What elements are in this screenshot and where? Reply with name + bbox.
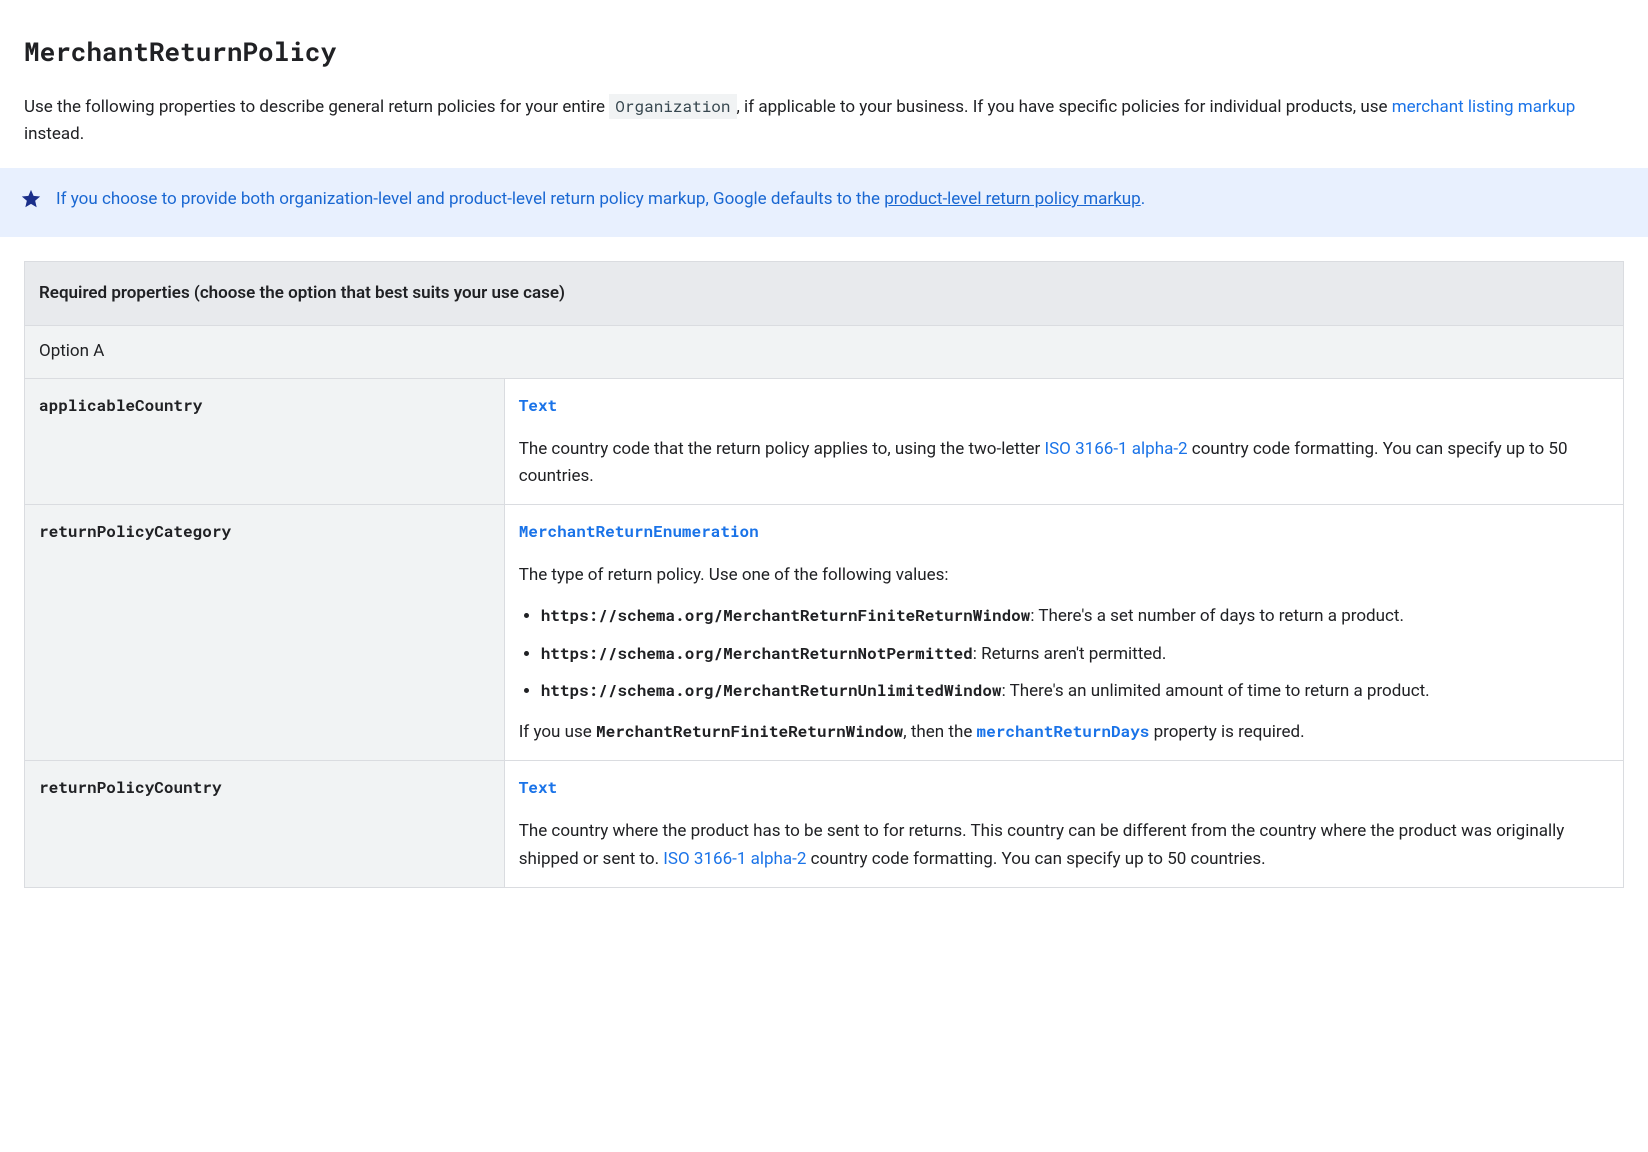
type-link-text[interactable]: Text [519, 777, 557, 798]
footer-post: property is required. [1149, 722, 1304, 742]
enum-code: https://schema.org/MerchantReturnFiniteR… [541, 605, 1031, 626]
enum-code: https://schema.org/MerchantReturnUnlimit… [541, 680, 1002, 701]
enum-text: : There's an unlimited amount of time to… [1002, 681, 1430, 701]
merchant-return-days-link[interactable]: merchantReturnDays [977, 721, 1150, 742]
intro-text-3: instead. [24, 124, 84, 144]
table-row: returnPolicyCategory MerchantReturnEnume… [25, 505, 1624, 761]
prop-name-applicable-country: applicableCountry [25, 378, 505, 505]
intro-paragraph: Use the following properties to describe… [24, 94, 1624, 148]
enum-text: : Returns aren't permitted. [973, 644, 1167, 664]
footer-pre: If you use [519, 722, 596, 742]
iso-link[interactable]: ISO 3166-1 alpha-2 [1044, 439, 1187, 459]
list-item: https://schema.org/MerchantReturnUnlimit… [541, 678, 1609, 705]
desc-pre: The country code that the return policy … [519, 439, 1045, 459]
footer-code1: MerchantReturnFiniteReturnWindow [596, 721, 903, 742]
prop-desc: MerchantReturnEnumeration The type of re… [504, 505, 1623, 761]
enum-code: https://schema.org/MerchantReturnNotPerm… [541, 643, 973, 664]
table-row: returnPolicyCountry Text The country whe… [25, 761, 1624, 888]
prop-name-return-policy-category: returnPolicyCategory [25, 505, 505, 761]
intro-code: Organization [609, 94, 736, 119]
table-header: Required properties (choose the option t… [25, 262, 1624, 326]
note-end: . [1141, 189, 1145, 209]
page-heading: MerchantReturnPolicy [24, 32, 1624, 74]
desc-text: The country where the product has to be … [519, 818, 1609, 872]
table-row: applicableCountry Text The country code … [25, 378, 1624, 505]
type-link-enum[interactable]: MerchantReturnEnumeration [519, 521, 759, 542]
prop-desc: Text The country code that the return po… [504, 378, 1623, 505]
note-content: If you choose to provide both organizati… [56, 186, 1145, 213]
enum-text: : There's a set number of days to return… [1030, 606, 1404, 626]
desc-text: The country code that the return policy … [519, 436, 1609, 490]
option-row: Option A [25, 326, 1624, 378]
list-item: https://schema.org/MerchantReturnFiniteR… [541, 603, 1609, 630]
intro-text-1: Use the following properties to describe… [24, 97, 609, 117]
desc-intro: The type of return policy. Use one of th… [519, 562, 1609, 589]
intro-text-2: , if applicable to your business. If you… [737, 97, 1392, 117]
merchant-listing-link[interactable]: merchant listing markup [1392, 97, 1576, 117]
type-link-text[interactable]: Text [519, 395, 557, 416]
iso-link[interactable]: ISO 3166-1 alpha-2 [663, 849, 806, 869]
desc-post: country code formatting. You can specify… [806, 849, 1265, 869]
footer-mid: , then the [903, 722, 976, 742]
list-item: https://schema.org/MerchantReturnNotPerm… [541, 641, 1609, 668]
properties-table: Required properties (choose the option t… [24, 261, 1624, 888]
footer-note: If you use MerchantReturnFiniteReturnWin… [519, 719, 1609, 746]
prop-desc: Text The country where the product has t… [504, 761, 1623, 888]
note-text: If you choose to provide both organizati… [56, 189, 884, 209]
enum-list: https://schema.org/MerchantReturnFiniteR… [519, 603, 1609, 705]
note-box: If you choose to provide both organizati… [0, 168, 1648, 237]
star-icon [20, 188, 42, 219]
product-level-link[interactable]: product-level return policy markup [884, 189, 1141, 209]
prop-name-return-policy-country: returnPolicyCountry [25, 761, 505, 888]
